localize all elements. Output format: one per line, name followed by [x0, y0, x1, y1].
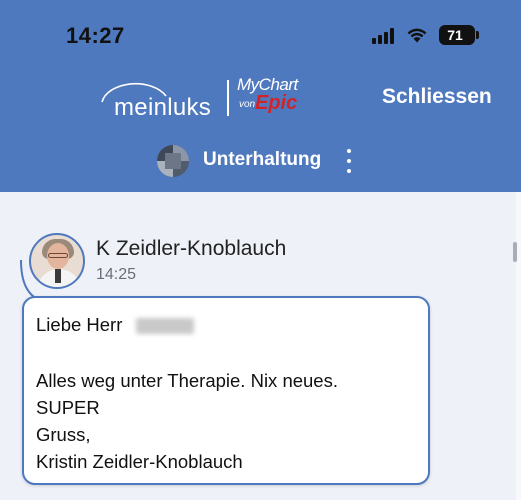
status-bar: 14:27 71	[0, 0, 521, 70]
sender-name: K Zeidler-Knoblauch	[96, 237, 287, 260]
cellular-signal-icon	[372, 28, 398, 44]
message-line: Gruss,	[36, 424, 91, 445]
close-button[interactable]: Schliessen	[382, 85, 492, 109]
von-logo-text: von	[239, 99, 256, 110]
scrollbar-track[interactable]	[516, 192, 521, 500]
message-time: 14:25	[96, 266, 137, 283]
contact-avatar[interactable]	[157, 145, 189, 177]
sender-avatar[interactable]	[29, 233, 85, 289]
scrollbar-thumb[interactable]	[513, 242, 517, 262]
status-time: 14:27	[66, 23, 125, 48]
logo-divider	[227, 80, 229, 116]
battery-level: 71	[447, 27, 463, 43]
redacted-name	[136, 318, 194, 334]
message-greeting: Liebe Herr	[36, 314, 123, 335]
message-line: SUPER	[36, 397, 100, 418]
message-bubble[interactable]: Liebe Herr Alles weg unter Therapie. Nix…	[22, 296, 430, 485]
epic-logo-text: Epic	[255, 92, 298, 114]
mychart-epic-logo: MyChart von Epic	[237, 75, 307, 123]
conversation-title: Unterhaltung	[203, 149, 322, 170]
battery-icon: 71	[439, 25, 479, 45]
meinluks-logo-text: meinluks	[114, 94, 212, 121]
more-vertical-icon[interactable]	[343, 147, 355, 175]
wifi-icon	[407, 28, 427, 43]
message-line: Alles weg unter Therapie. Nix neues.	[36, 370, 338, 391]
meinluks-logo: meinluks	[94, 76, 224, 124]
app-header: 14:27 71 meinluks MyChart von Epic Schli…	[0, 0, 521, 192]
message-signature: Kristin Zeidler-Knoblauch	[36, 451, 243, 472]
conversation-title-row: Unterhaltung	[0, 142, 521, 182]
